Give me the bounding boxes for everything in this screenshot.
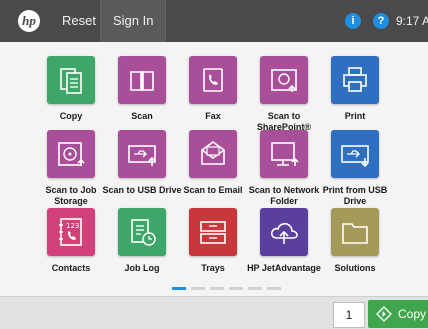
page-indicator-1[interactable]	[172, 287, 186, 290]
contacts-icon: 123	[47, 208, 95, 256]
page-indicator-5[interactable]	[248, 287, 262, 290]
printer-home-screen: hp Reset Sign In i ? 9:17 A Copy Scan Fa…	[0, 0, 428, 329]
app-solutions[interactable]: Solutions	[313, 208, 397, 274]
page-indicator-4[interactable]	[229, 287, 243, 290]
network-folder-icon	[260, 130, 308, 178]
svg-text:123: 123	[66, 222, 79, 230]
info-icon[interactable]: i	[345, 13, 361, 29]
app-label: Print	[344, 111, 366, 121]
sign-in-button[interactable]: Sign In	[100, 0, 167, 42]
copy-icon	[47, 56, 95, 104]
copy-button-label: Copy	[398, 307, 427, 321]
copy-start-button[interactable]: Copy	[368, 300, 428, 328]
app-label: Print from USB Drive	[322, 185, 388, 206]
app-print[interactable]: Print	[313, 56, 397, 122]
usb-drive-icon	[118, 130, 166, 178]
folder-icon	[331, 208, 379, 256]
usb-print-icon	[331, 130, 379, 178]
scan-to-sharepoint-icon	[260, 56, 308, 104]
scan-icon	[118, 56, 166, 104]
start-diamond-icon	[376, 306, 392, 322]
page-indicator-2[interactable]	[191, 287, 205, 290]
copies-count-field[interactable]: 1	[333, 302, 365, 328]
help-icon[interactable]: ?	[373, 13, 389, 29]
fax-icon	[189, 56, 237, 104]
trays-icon	[189, 208, 237, 256]
job-log-icon	[118, 208, 166, 256]
app-print-from-usb-drive[interactable]: Print from USB Drive	[313, 130, 397, 207]
page-indicator-6[interactable]	[267, 287, 281, 290]
clock-time: 9:17 A	[396, 14, 428, 28]
print-icon	[331, 56, 379, 104]
page-indicator-3[interactable]	[210, 287, 224, 290]
top-bar: hp Reset Sign In i ? 9:17 A	[0, 0, 428, 42]
cloud-upload-icon	[260, 208, 308, 256]
job-storage-icon	[47, 130, 95, 178]
hp-logo-icon[interactable]: hp	[18, 10, 40, 32]
app-label: Solutions	[334, 263, 376, 273]
email-icon	[189, 130, 237, 178]
